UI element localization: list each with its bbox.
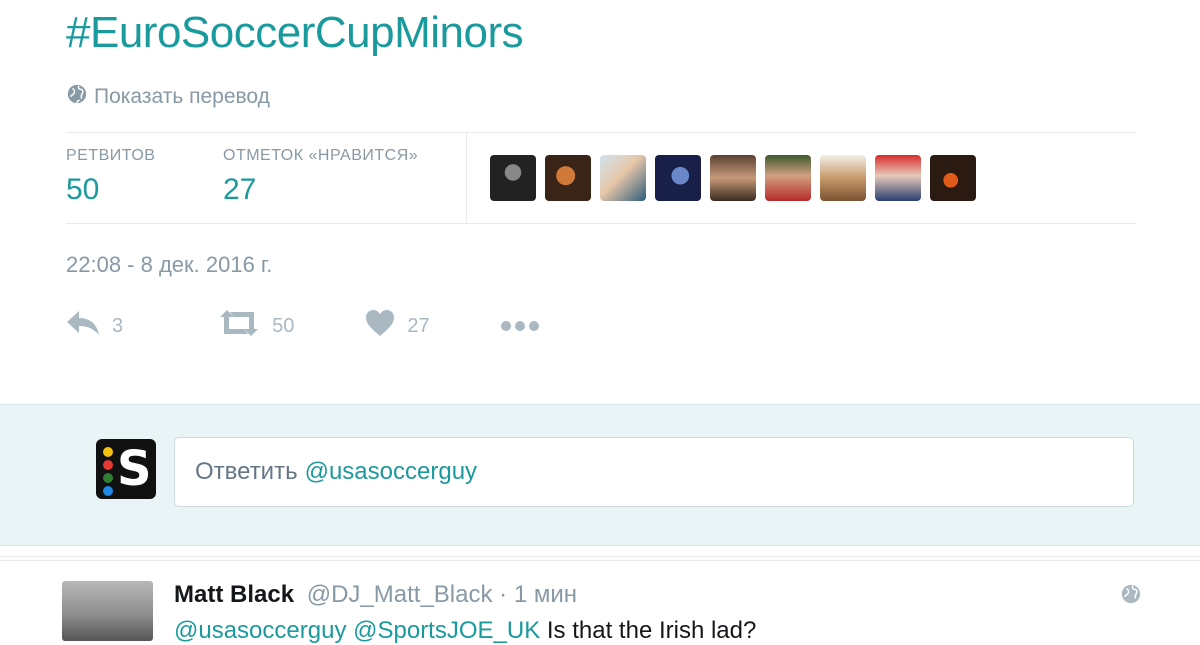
likes-label: ОТМЕТОК «НРАВИТСЯ»: [223, 147, 419, 164]
reply-icon: [66, 310, 100, 342]
likes-count: 27: [223, 173, 257, 206]
liker-avatars: [490, 155, 976, 201]
more-button[interactable]: [500, 315, 540, 338]
avatar[interactable]: [600, 155, 646, 201]
reply-placeholder-mention: @usasoccerguy: [304, 458, 478, 485]
reply-placeholder-text: Ответить: [195, 458, 298, 485]
avatar[interactable]: [820, 155, 866, 201]
divider: [0, 556, 1200, 557]
separator-dot: ·: [499, 581, 508, 608]
retweets-count: 50: [66, 173, 100, 206]
reply-composer: S Ответить @usasoccerguy: [0, 404, 1200, 546]
avatar[interactable]: [765, 155, 811, 201]
retweet-icon: [218, 309, 260, 343]
user-handle[interactable]: @DJ_Matt_Black: [307, 581, 493, 608]
like-button[interactable]: 27: [365, 309, 430, 343]
reply-tweet-header: Matt Black @DJ_Matt_Black · 1 мин: [174, 581, 577, 609]
reply-input[interactable]: Ответить @usasoccerguy: [174, 437, 1134, 507]
mention-link[interactable]: @SportsJOE_UK: [353, 617, 540, 644]
tweet-hashtag[interactable]: #EuroSoccerCupMinors: [66, 8, 524, 58]
tweet-body: Is that the Irish lad?: [546, 617, 757, 644]
retweets-stat[interactable]: РЕТВИТОВ 50: [66, 147, 155, 207]
retweets-label: РЕТВИТОВ: [66, 147, 156, 164]
globe-icon: [66, 83, 88, 111]
app-logo-icon: S: [96, 439, 156, 499]
user-name[interactable]: Matt Black: [174, 581, 294, 608]
avatar[interactable]: [875, 155, 921, 201]
likes-stat[interactable]: ОТМЕТОК «НРАВИТСЯ» 27: [223, 147, 418, 207]
reply-tweet[interactable]: Matt Black @DJ_Matt_Black · 1 мин @usaso…: [0, 561, 1200, 644]
translate-link[interactable]: Показать перевод: [66, 84, 270, 110]
avatar[interactable]: [62, 581, 153, 641]
tweet-stats: РЕТВИТОВ 50 ОТМЕТОК «НРАВИТСЯ» 27: [66, 132, 1136, 224]
more-icon: [500, 315, 540, 338]
like-count: 27: [407, 314, 430, 337]
reply-count: 3: [112, 314, 124, 337]
tweet-actions: 3 50 27: [66, 306, 666, 346]
reply-tweet-text: @usasoccerguy @SportsJOE_UK Is that the …: [174, 617, 756, 645]
tweet-timestamp[interactable]: 22:08 - 8 дек. 2016 г.: [66, 252, 272, 278]
mention-link[interactable]: @usasoccerguy: [174, 617, 346, 644]
retweet-count: 50: [272, 314, 295, 337]
avatar[interactable]: [710, 155, 756, 201]
retweet-button[interactable]: 50: [218, 309, 294, 343]
globe-icon[interactable]: [1120, 583, 1142, 610]
translate-label: Показать перевод: [94, 85, 270, 108]
avatar[interactable]: [545, 155, 591, 201]
stats-divider: [466, 133, 467, 223]
heart-icon: [365, 309, 395, 343]
tweet-time[interactable]: 1 мин: [514, 581, 577, 608]
avatar[interactable]: [490, 155, 536, 201]
avatar[interactable]: [655, 155, 701, 201]
avatar[interactable]: [930, 155, 976, 201]
reply-button[interactable]: 3: [66, 310, 123, 342]
